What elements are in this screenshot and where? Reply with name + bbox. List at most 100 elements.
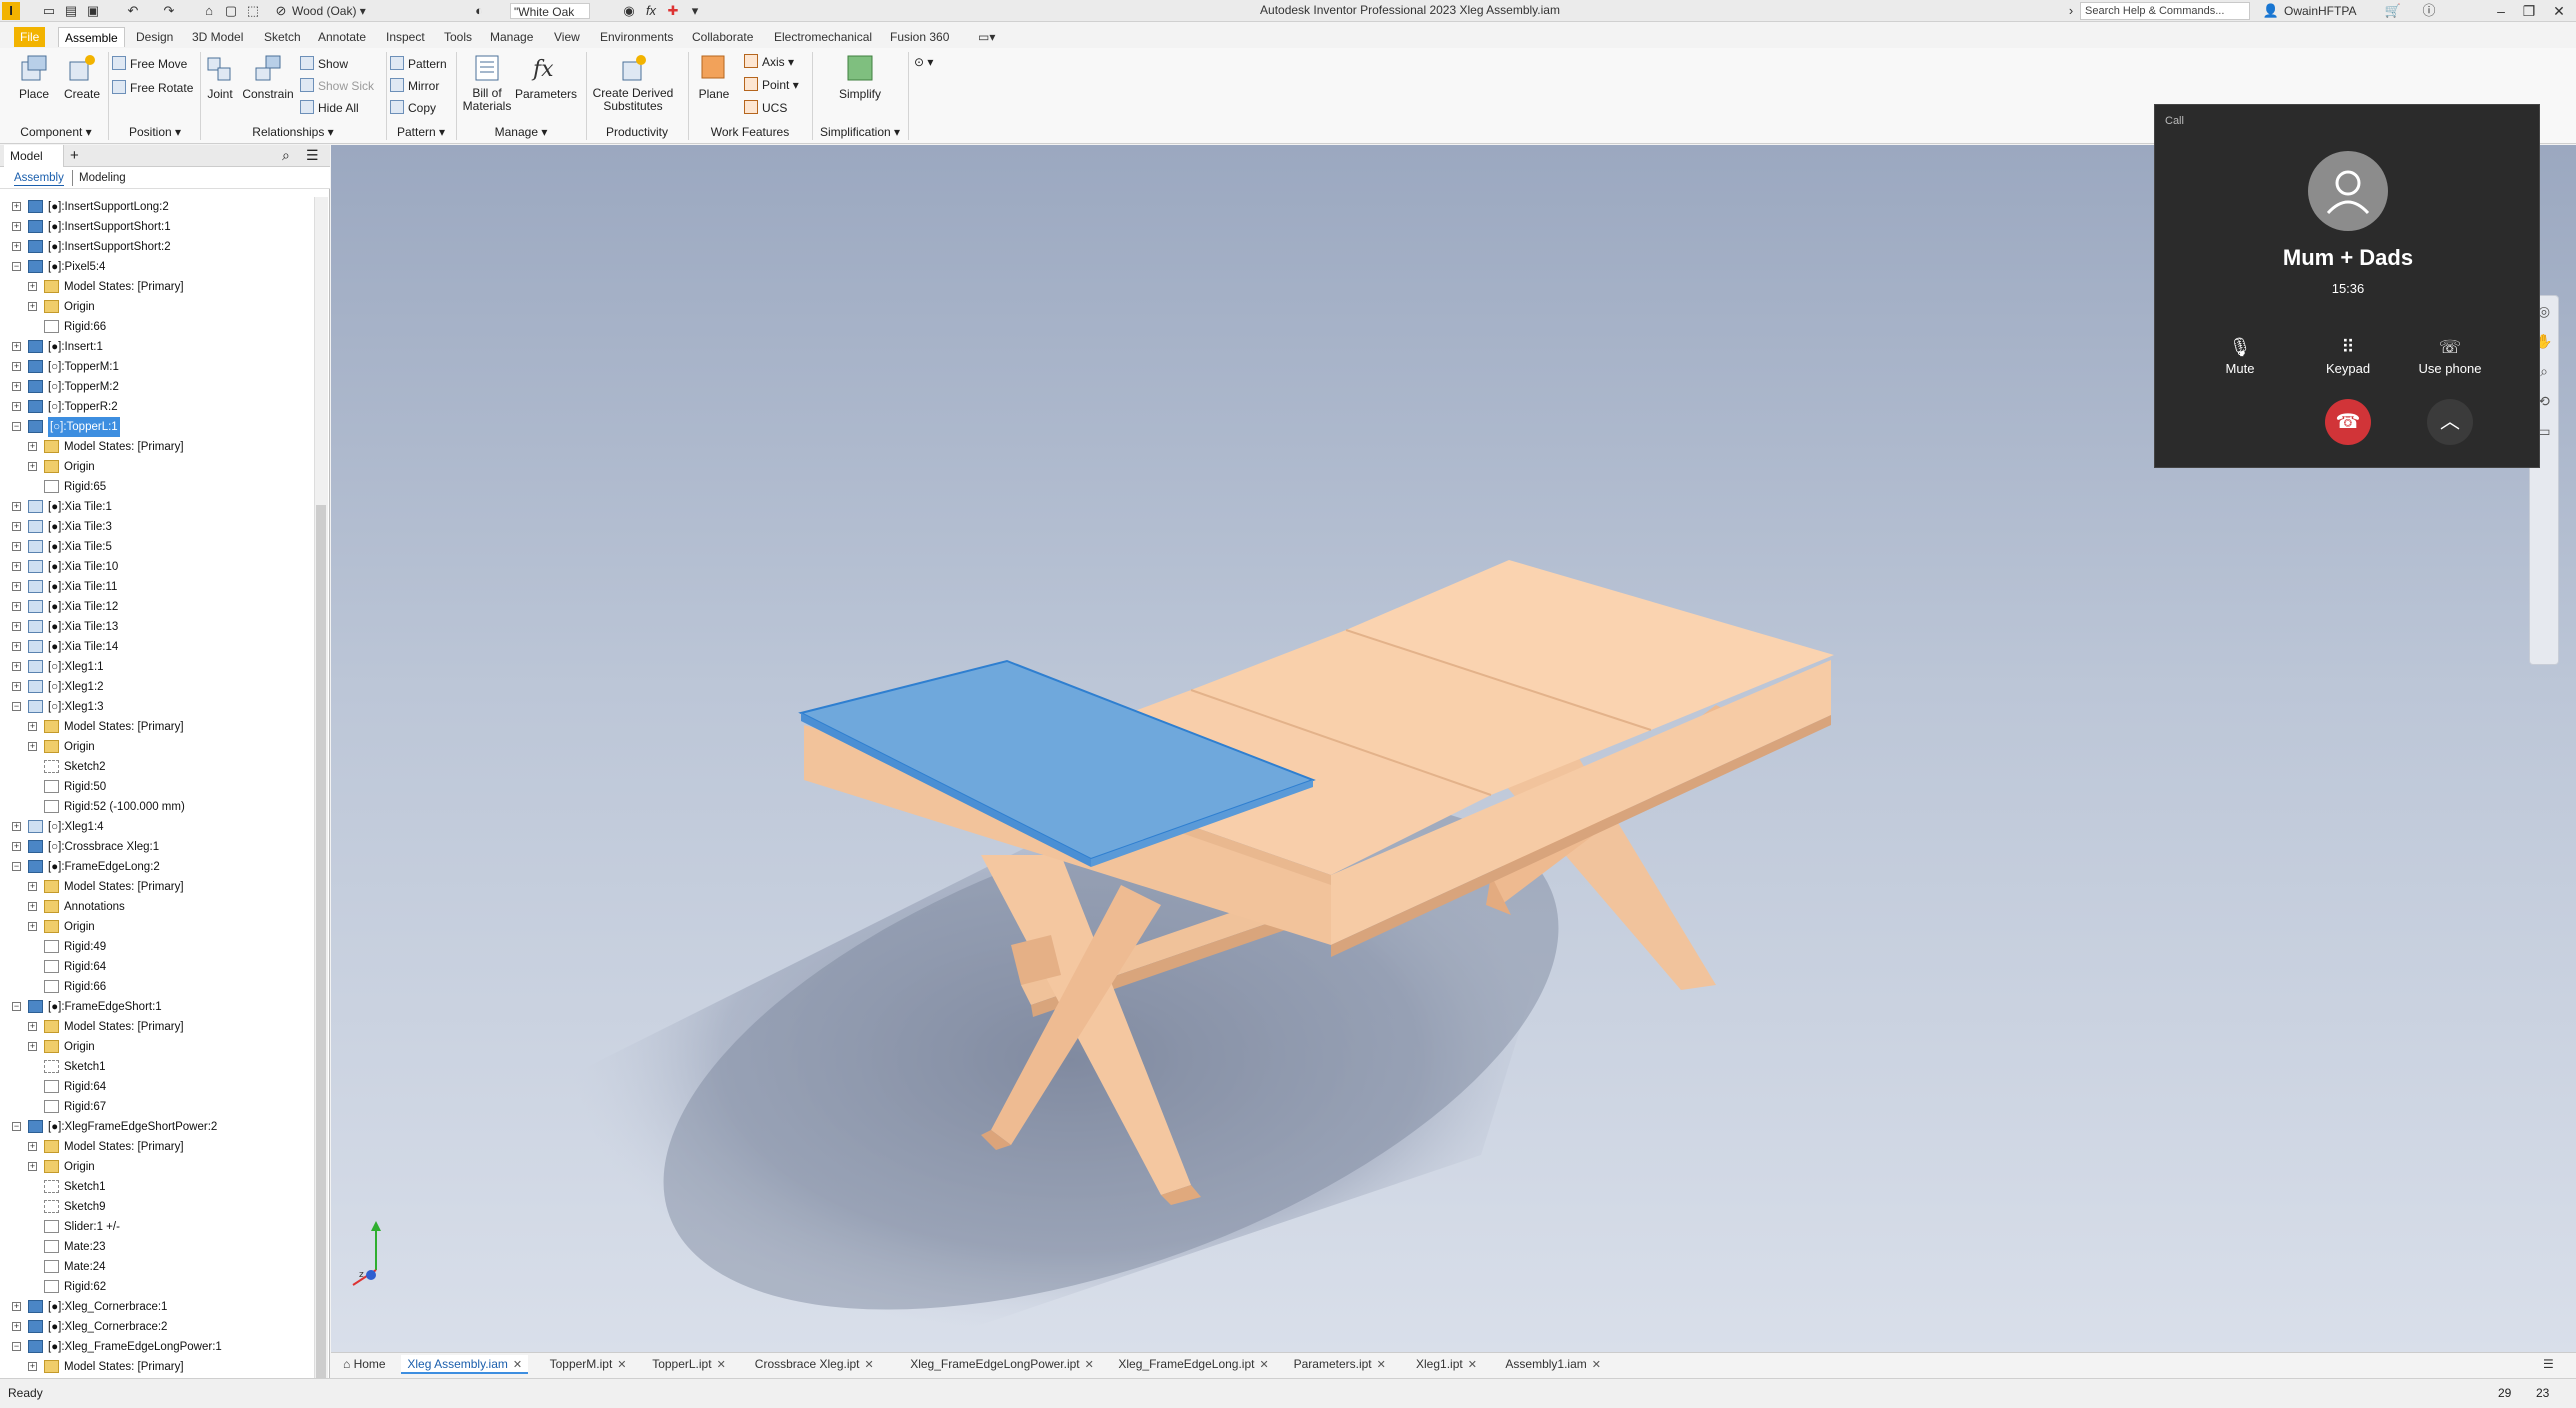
browser-node[interactable]: + [●]:Xia Tile:12	[0, 597, 314, 617]
collapse-icon[interactable]: −	[12, 862, 21, 871]
redo-icon[interactable]: ↷	[160, 2, 178, 20]
browser-child-node[interactable]: + Model States: [Primary]	[0, 277, 314, 297]
document-tab[interactable]: Crossbrace Xleg.ipt ✕	[749, 1355, 880, 1374]
hang-up-button[interactable]: ☎	[2325, 399, 2371, 445]
return-icon[interactable]: ▢	[222, 2, 240, 20]
browser-child-node[interactable]: Slider:1 +/-	[0, 1217, 314, 1237]
parameters-button[interactable]: fx Parameters	[514, 52, 578, 112]
close-tab-icon[interactable]: ✕	[513, 1359, 522, 1371]
new-icon[interactable]: ▭	[40, 2, 58, 20]
material-dropdown[interactable]: Wood (Oak) ▾	[292, 3, 392, 19]
browser-node[interactable]: + [○]:TopperM:2	[0, 377, 314, 397]
expand-icon[interactable]: +	[28, 462, 37, 471]
browser-child-node[interactable]: Sketch1	[0, 1057, 314, 1077]
place-button[interactable]: Place	[12, 52, 56, 112]
axis-button[interactable]: Axis ▾	[744, 52, 794, 72]
browser-child-node[interactable]: Rigid:64	[0, 957, 314, 977]
document-tab[interactable]: Xleg1.ipt ✕	[1410, 1355, 1483, 1374]
expand-icon[interactable]: +	[12, 382, 21, 391]
expand-icon[interactable]: +	[28, 902, 37, 911]
appearance-dropdown[interactable]: "White Oak	[510, 3, 590, 19]
collapse-icon[interactable]: −	[12, 1342, 21, 1351]
browser-child-node[interactable]: Rigid:52 (-100.000 mm)	[0, 797, 314, 817]
browser-node[interactable]: + [●]:Xia Tile:11	[0, 577, 314, 597]
show-button[interactable]: Show	[300, 54, 348, 74]
subtab-modeling[interactable]: Modeling	[72, 170, 126, 186]
close-tab-icon[interactable]: ✕	[1085, 1359, 1094, 1371]
browser-child-node[interactable]: + Origin	[0, 737, 314, 757]
close-tab-icon[interactable]: ✕	[617, 1359, 626, 1371]
expand-icon[interactable]: +	[12, 1322, 21, 1331]
home-icon[interactable]: ⌂	[200, 2, 218, 20]
browser-node[interactable]: + [●]:InsertSupportShort:2	[0, 237, 314, 257]
show-sick-button[interactable]: Show Sick	[300, 76, 374, 96]
chevron-right-icon[interactable]: ›	[2062, 2, 2080, 20]
keypad-button[interactable]: ⠿ Keypad	[2303, 335, 2393, 376]
tab-electromechanical[interactable]: Electromechanical	[768, 27, 878, 47]
expand-icon[interactable]: +	[12, 242, 21, 251]
browser-child-node[interactable]: + Model States: [Primary]	[0, 1017, 314, 1037]
browser-node[interactable]: + [●]:Xia Tile:1	[0, 497, 314, 517]
ribbon-options-icon[interactable]: ▭▾	[972, 27, 1001, 47]
close-tab-icon[interactable]: ✕	[1377, 1359, 1386, 1371]
collapse-icon[interactable]: −	[12, 262, 21, 271]
expand-icon[interactable]: +	[12, 582, 21, 591]
document-tab[interactable]: TopperL.ipt ✕	[646, 1355, 732, 1374]
expand-icon[interactable]: +	[28, 302, 37, 311]
browser-child-node[interactable]: Rigid:66	[0, 977, 314, 997]
close-tab-icon[interactable]: ✕	[1592, 1359, 1601, 1371]
expand-icon[interactable]: +	[28, 922, 37, 931]
tab-sketch[interactable]: Sketch	[258, 27, 307, 47]
fx-icon[interactable]: fx	[642, 2, 660, 20]
expand-call-button[interactable]: ︿	[2427, 399, 2473, 445]
close-tab-icon[interactable]: ✕	[865, 1359, 874, 1371]
browser-node[interactable]: + [●]:Xleg_Cornerbrace:2	[0, 1317, 314, 1337]
browser-child-node[interactable]: + Origin	[0, 917, 314, 937]
browser-node[interactable]: + [●]:Xia Tile:3	[0, 517, 314, 537]
browser-scroll-thumb[interactable]	[316, 505, 326, 1408]
document-tab[interactable]: ⌂ Home	[337, 1355, 392, 1374]
expand-icon[interactable]: +	[12, 522, 21, 531]
browser-node[interactable]: + [○]:Xleg1:4	[0, 817, 314, 837]
material-icon[interactable]: ⊘	[272, 2, 290, 20]
tab-fusion-360[interactable]: Fusion 360	[884, 27, 955, 47]
document-tab[interactable]: Assembly1.iam ✕	[1499, 1355, 1607, 1374]
browser-child-node[interactable]: Rigid:65	[0, 477, 314, 497]
user-menu[interactable]: OwainHFTPA ▾	[2284, 3, 2364, 34]
browser-child-node[interactable]: + Model States: [Primary]	[0, 437, 314, 457]
collapse-icon[interactable]: −	[12, 702, 21, 711]
collapse-icon[interactable]: −	[12, 1122, 21, 1131]
joint-button[interactable]: Joint	[202, 52, 238, 112]
expand-icon[interactable]: +	[12, 682, 21, 691]
close-tab-icon[interactable]: ✕	[1259, 1359, 1268, 1371]
panel-manage[interactable]: Manage ▾	[458, 122, 584, 142]
close-tab-icon[interactable]: ✕	[717, 1359, 726, 1371]
tab-assemble[interactable]: Assemble	[58, 27, 125, 47]
browser-child-node[interactable]: + Model States: [Primary]	[0, 877, 314, 897]
browser-child-node[interactable]: + Origin	[0, 1037, 314, 1057]
subtab-assembly[interactable]: Assembly	[14, 170, 64, 186]
tab-3d-model[interactable]: 3D Model	[186, 27, 249, 47]
restore-button[interactable]: ❐	[2514, 0, 2544, 22]
mute-button[interactable]: 🎙 Mute	[2195, 335, 2285, 376]
browser-node[interactable]: + [●]:Insert:1	[0, 337, 314, 357]
free-move-button[interactable]: Free Move	[112, 54, 187, 74]
use-phone-button[interactable]: ☏ Use phone	[2405, 335, 2495, 376]
browser-node[interactable]: − [●]:XlegFrameEdgeShortPower:2	[0, 1117, 314, 1137]
expand-icon[interactable]: +	[12, 622, 21, 631]
browser-child-node[interactable]: Sketch1	[0, 1177, 314, 1197]
browser-child-node[interactable]: + Model States: [Primary]	[0, 717, 314, 737]
document-tab[interactable]: Parameters.ipt ✕	[1288, 1355, 1392, 1374]
browser-child-node[interactable]: Sketch9	[0, 1197, 314, 1217]
help-icon[interactable]: ⓘ	[2420, 2, 2438, 20]
expand-icon[interactable]: +	[12, 602, 21, 611]
expand-icon[interactable]: +	[28, 282, 37, 291]
tab-manage[interactable]: Manage	[484, 27, 539, 47]
document-tab[interactable]: Xleg_FrameEdgeLong.ipt ✕	[1112, 1355, 1274, 1374]
add-browser-tab-icon[interactable]: +	[70, 145, 86, 167]
save-icon[interactable]: ▣	[84, 2, 102, 20]
browser-child-node[interactable]: + Model States: [Primary]	[0, 1137, 314, 1157]
browser-node[interactable]: − [●]:Pixel5:4	[0, 257, 314, 277]
help-search-input[interactable]: Search Help & Commands...	[2080, 2, 2250, 20]
browser-node[interactable]: − [●]:FrameEdgeLong:2	[0, 857, 314, 877]
